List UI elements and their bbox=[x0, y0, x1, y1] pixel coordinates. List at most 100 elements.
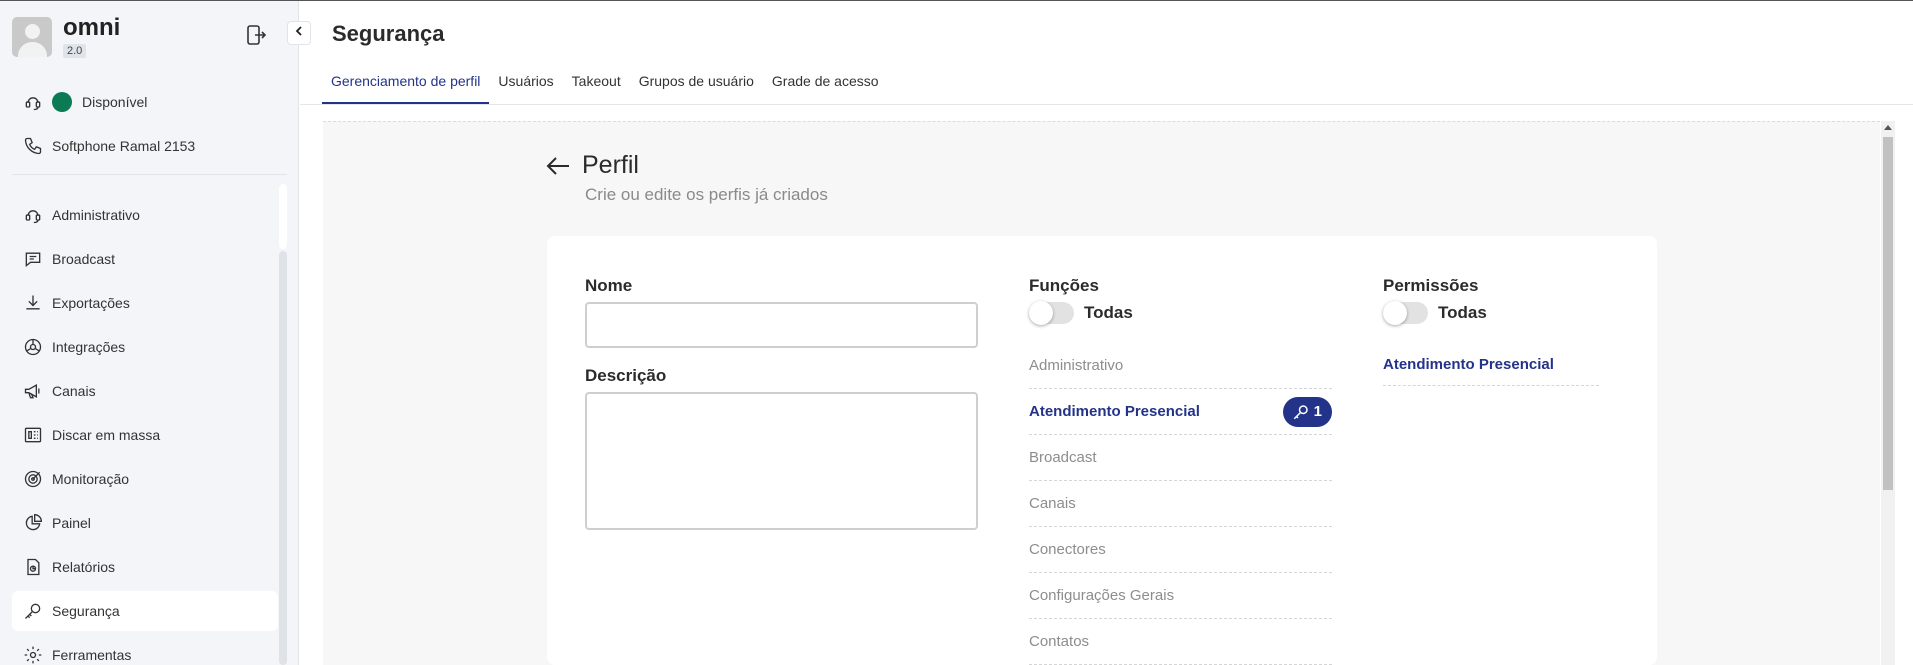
page-title: Segurança bbox=[332, 21, 445, 46]
function-label: Administrativo bbox=[1029, 357, 1124, 374]
app-version-badge: 2.0 bbox=[63, 44, 87, 58]
sidebar-item-label: Discar em massa bbox=[52, 427, 161, 443]
scrollbar-thumb[interactable] bbox=[1883, 137, 1893, 490]
tab-takeout[interactable]: Takeout bbox=[563, 66, 630, 104]
sidebar-item-monitoracao[interactable]: Monitoração bbox=[12, 459, 278, 499]
availability-label: Disponível bbox=[82, 94, 148, 110]
function-label: Conectores bbox=[1029, 541, 1106, 558]
sidebar-item-label: Painel bbox=[52, 515, 91, 531]
sidebar: omni 2.0 Disponível Softphone Ramal 2153… bbox=[0, 1, 299, 665]
sidebar-item-ferramentas[interactable]: Ferramentas bbox=[12, 635, 278, 665]
app-name: omni bbox=[63, 14, 121, 41]
target-icon bbox=[22, 468, 44, 490]
sidebar-item-integracoes[interactable]: Integrações bbox=[12, 327, 278, 367]
sidebar-item-exportacoes[interactable]: Exportações bbox=[12, 283, 278, 323]
function-item-broadcast[interactable]: Broadcast bbox=[1029, 435, 1332, 481]
function-item-configuracoes-gerais[interactable]: Configurações Gerais bbox=[1029, 573, 1332, 619]
sidebar-item-canais[interactable]: Canais bbox=[12, 371, 278, 411]
sidebar-item-label: Relatórios bbox=[52, 559, 116, 575]
functions-all-switch[interactable] bbox=[1029, 301, 1074, 325]
download-icon bbox=[22, 292, 44, 314]
tab-bar: Gerenciamento de perfil Usuários Takeout… bbox=[322, 66, 888, 104]
sidebar-item-broadcast[interactable]: Broadcast bbox=[12, 239, 278, 279]
app-profile: omni 2.0 bbox=[12, 15, 120, 59]
permissions-all-switch[interactable] bbox=[1383, 301, 1428, 325]
section-subtitle: Crie ou edite os perfis já criados bbox=[585, 185, 828, 204]
key-icon bbox=[22, 600, 44, 622]
function-item-contatos[interactable]: Contatos bbox=[1029, 619, 1332, 665]
permissions-toggle-label: Todas bbox=[1438, 303, 1487, 322]
chevron-left-icon bbox=[293, 24, 305, 42]
collapse-sidebar-button[interactable] bbox=[287, 21, 311, 45]
function-label: Configurações Gerais bbox=[1029, 587, 1175, 604]
sidebar-item-label: Segurança bbox=[52, 603, 120, 619]
brand: omni 2.0 bbox=[63, 15, 120, 59]
sidebar-item-discar-em-massa[interactable]: Discar em massa bbox=[12, 415, 278, 455]
description-field[interactable] bbox=[585, 392, 978, 530]
permissions-list: Atendimento Presencial bbox=[1383, 343, 1599, 386]
sidebar-item-label: Administrativo bbox=[52, 207, 140, 223]
chat-bubble-icon bbox=[22, 248, 44, 270]
integration-icon bbox=[22, 336, 44, 358]
sidebar-item-seguranca[interactable]: Segurança bbox=[12, 591, 278, 631]
availability-status[interactable]: Disponível bbox=[22, 90, 147, 114]
permission-count-badge: 1 bbox=[1282, 396, 1332, 427]
sidebar-item-label: Broadcast bbox=[52, 251, 116, 267]
key-icon bbox=[1293, 404, 1308, 419]
megaphone-icon bbox=[22, 380, 44, 402]
avatar[interactable] bbox=[12, 17, 52, 57]
gear-icon bbox=[22, 644, 44, 665]
function-label: Contatos bbox=[1029, 633, 1090, 650]
function-label: Broadcast bbox=[1029, 449, 1097, 466]
back-arrow-icon[interactable] bbox=[544, 152, 572, 180]
sidebar-item-relatorios[interactable]: Relatórios bbox=[12, 547, 278, 587]
logout-icon[interactable] bbox=[244, 23, 268, 47]
sidebar-item-label: Monitoração bbox=[52, 471, 130, 487]
sidebar-scrollbar[interactable] bbox=[279, 251, 287, 665]
name-field[interactable] bbox=[585, 302, 978, 348]
sidebar-scroll-track bbox=[279, 184, 287, 249]
functions-title: Funções bbox=[1029, 276, 1099, 295]
switch-knob bbox=[1383, 301, 1407, 325]
tab-usuarios[interactable]: Usuários bbox=[489, 66, 562, 104]
function-item-canais[interactable]: Canais bbox=[1029, 481, 1332, 527]
tabs-divider bbox=[300, 104, 1913, 105]
tab-grupos-de-usuario[interactable]: Grupos de usuário bbox=[630, 66, 763, 104]
sidebar-item-label: Canais bbox=[52, 383, 96, 399]
description-label: Descrição bbox=[585, 366, 667, 385]
softphone-status[interactable]: Softphone Ramal 2153 bbox=[22, 134, 195, 158]
functions-list: Administrativo Atendimento Presencial 1 … bbox=[1029, 343, 1332, 665]
functions-toggle-all: Todas bbox=[1029, 301, 1133, 325]
sidebar-item-label: Exportações bbox=[52, 295, 130, 311]
permissions-title: Permissões bbox=[1383, 276, 1479, 295]
sidebar-item-label: Integrações bbox=[52, 339, 126, 355]
tab-gerenciamento-de-perfil[interactable]: Gerenciamento de perfil bbox=[322, 66, 490, 104]
function-item-atendimento-presencial[interactable]: Atendimento Presencial 1 bbox=[1029, 389, 1332, 435]
pie-chart-icon bbox=[22, 512, 44, 534]
phone-icon bbox=[22, 135, 44, 157]
sidebar-item-administrativo[interactable]: Administrativo bbox=[12, 195, 278, 235]
status-dot bbox=[52, 92, 72, 112]
sidebar-divider bbox=[12, 174, 287, 175]
content-scrollbar[interactable] bbox=[1881, 121, 1895, 665]
switch-knob bbox=[1029, 301, 1053, 325]
functions-toggle-label: Todas bbox=[1084, 303, 1133, 322]
avatar-body bbox=[18, 42, 47, 57]
function-item-administrativo[interactable]: Administrativo bbox=[1029, 343, 1332, 389]
badge-count: 1 bbox=[1313, 403, 1322, 420]
sidebar-item-label: Ferramentas bbox=[52, 647, 132, 663]
headset-icon bbox=[22, 91, 44, 113]
softphone-label: Softphone Ramal 2153 bbox=[52, 138, 196, 154]
avatar-head bbox=[25, 24, 40, 39]
scroll-up-arrow-icon[interactable] bbox=[1884, 125, 1892, 130]
permission-item-atendimento-presencial[interactable]: Atendimento Presencial bbox=[1383, 343, 1599, 386]
sidebar-item-painel[interactable]: Painel bbox=[12, 503, 278, 543]
function-label: Canais bbox=[1029, 495, 1076, 512]
section-title: Perfil bbox=[582, 151, 639, 179]
tab-grade-de-acesso[interactable]: Grade de acesso bbox=[763, 66, 888, 104]
function-label: Atendimento Presencial bbox=[1029, 403, 1200, 420]
dial-icon bbox=[22, 424, 44, 446]
report-icon bbox=[22, 556, 44, 578]
name-label: Nome bbox=[585, 276, 633, 295]
function-item-conectores[interactable]: Conectores bbox=[1029, 527, 1332, 573]
